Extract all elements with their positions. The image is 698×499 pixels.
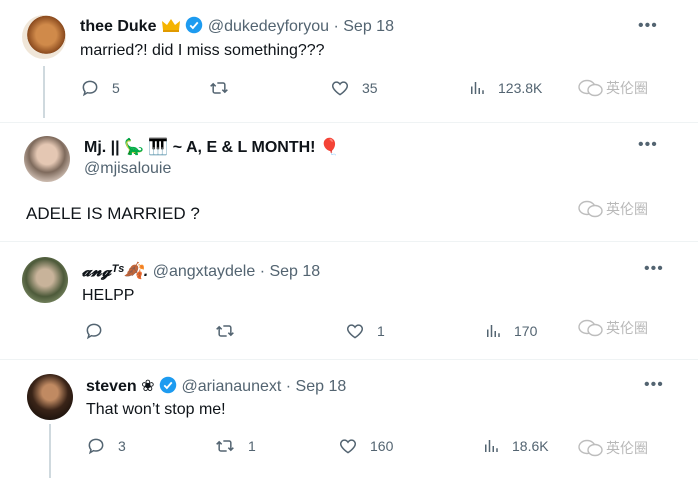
analytics-icon: [487, 325, 500, 337]
crown-icon: [161, 17, 181, 38]
reply-button[interactable]: 5: [80, 78, 120, 98]
display-name[interactable]: Mj. || 🦕 🎹 ~ A, E & L MONTH! 🎈: [84, 139, 340, 156]
reply-button[interactable]: [84, 321, 116, 341]
handle[interactable]: @angxtaydele: [153, 263, 256, 280]
avatar[interactable]: [22, 257, 68, 303]
watermark: 英伦圈: [578, 199, 648, 219]
heart-icon: [339, 439, 357, 454]
wechat-icon: [578, 79, 603, 97]
like-button[interactable]: 35: [330, 78, 378, 98]
verified-icon: [185, 16, 203, 39]
avatar[interactable]: [24, 136, 70, 182]
tweet-header: steven ❀ @arianaunext · Sep 18: [86, 376, 346, 399]
thread-line: [43, 66, 45, 118]
avatar[interactable]: [22, 15, 66, 59]
view-count: 123.8K: [498, 80, 543, 96]
reply-button[interactable]: 3: [86, 436, 126, 456]
heart-icon: [331, 81, 349, 96]
reply-icon: [86, 323, 102, 340]
more-options-button[interactable]: •••: [638, 17, 658, 35]
retweet-button[interactable]: 1: [214, 436, 256, 456]
handle[interactable]: @arianaunext: [181, 378, 281, 395]
wechat-icon: [578, 439, 603, 457]
tweet-text: ADELE IS MARRIED ?: [26, 204, 200, 223]
tweet-text: That won’t stop me!: [86, 401, 226, 418]
retweet-count: 1: [248, 438, 256, 454]
tweet-text: married?! did I miss something???: [80, 42, 325, 59]
timestamp[interactable]: · Sep 18: [260, 263, 320, 280]
display-name[interactable]: steven ❀: [86, 378, 155, 395]
more-options-button[interactable]: •••: [638, 136, 658, 154]
thread-line: [49, 424, 51, 478]
avatar[interactable]: [27, 374, 73, 420]
heart-icon: [346, 324, 364, 339]
like-count: 35: [362, 80, 378, 96]
wechat-icon: [578, 319, 603, 337]
display-name[interactable]: thee Duke: [80, 18, 156, 35]
tweet-text: HELPP: [82, 287, 135, 304]
reply-count: 3: [118, 438, 126, 454]
wechat-icon: [578, 200, 603, 218]
view-count: 18.6K: [512, 438, 549, 454]
watermark: 英伦圈: [578, 318, 648, 338]
tweet-header: Mj. || 🦕 🎹 ~ A, E & L MONTH! 🎈: [84, 137, 340, 157]
like-count: 160: [370, 438, 394, 454]
views-button[interactable]: 170: [484, 321, 537, 341]
tweet-header: thee Duke @dukedeyforyou · Sep 18: [80, 16, 394, 39]
reply-count: 5: [112, 80, 120, 96]
timestamp[interactable]: · Sep 18: [286, 378, 346, 395]
views-button[interactable]: 18.6K: [482, 436, 549, 456]
retweet-button[interactable]: [208, 78, 242, 98]
divider: [0, 241, 698, 242]
retweet-icon: [210, 82, 228, 94]
divider: [0, 359, 698, 360]
retweet-button[interactable]: [214, 321, 248, 341]
watermark: 英伦圈: [578, 78, 648, 98]
retweet-icon: [216, 325, 234, 337]
handle[interactable]: @mjisalouie: [84, 160, 171, 178]
like-button[interactable]: 1: [345, 321, 385, 341]
analytics-icon: [485, 440, 498, 452]
retweet-icon: [216, 440, 234, 452]
handle[interactable]: @dukedeyforyou: [208, 18, 329, 35]
reply-icon: [82, 80, 98, 97]
display-name[interactable]: 𝓪𝓷𝓰ᵀˢ🍂.: [82, 263, 148, 280]
more-options-button[interactable]: •••: [644, 260, 664, 278]
more-options-button[interactable]: •••: [644, 376, 664, 394]
view-count: 170: [514, 323, 538, 339]
views-button[interactable]: 123.8K: [468, 78, 542, 98]
divider: [0, 122, 698, 123]
tweet-header: 𝓪𝓷𝓰ᵀˢ🍂. @angxtaydele · Sep 18: [82, 261, 320, 281]
timestamp[interactable]: · Sep 18: [333, 18, 393, 35]
like-count: 1: [377, 323, 385, 339]
verified-icon: [159, 376, 177, 399]
like-button[interactable]: 160: [338, 436, 393, 456]
analytics-icon: [471, 82, 484, 94]
watermark: 英伦圈: [578, 438, 648, 458]
reply-icon: [88, 438, 104, 455]
